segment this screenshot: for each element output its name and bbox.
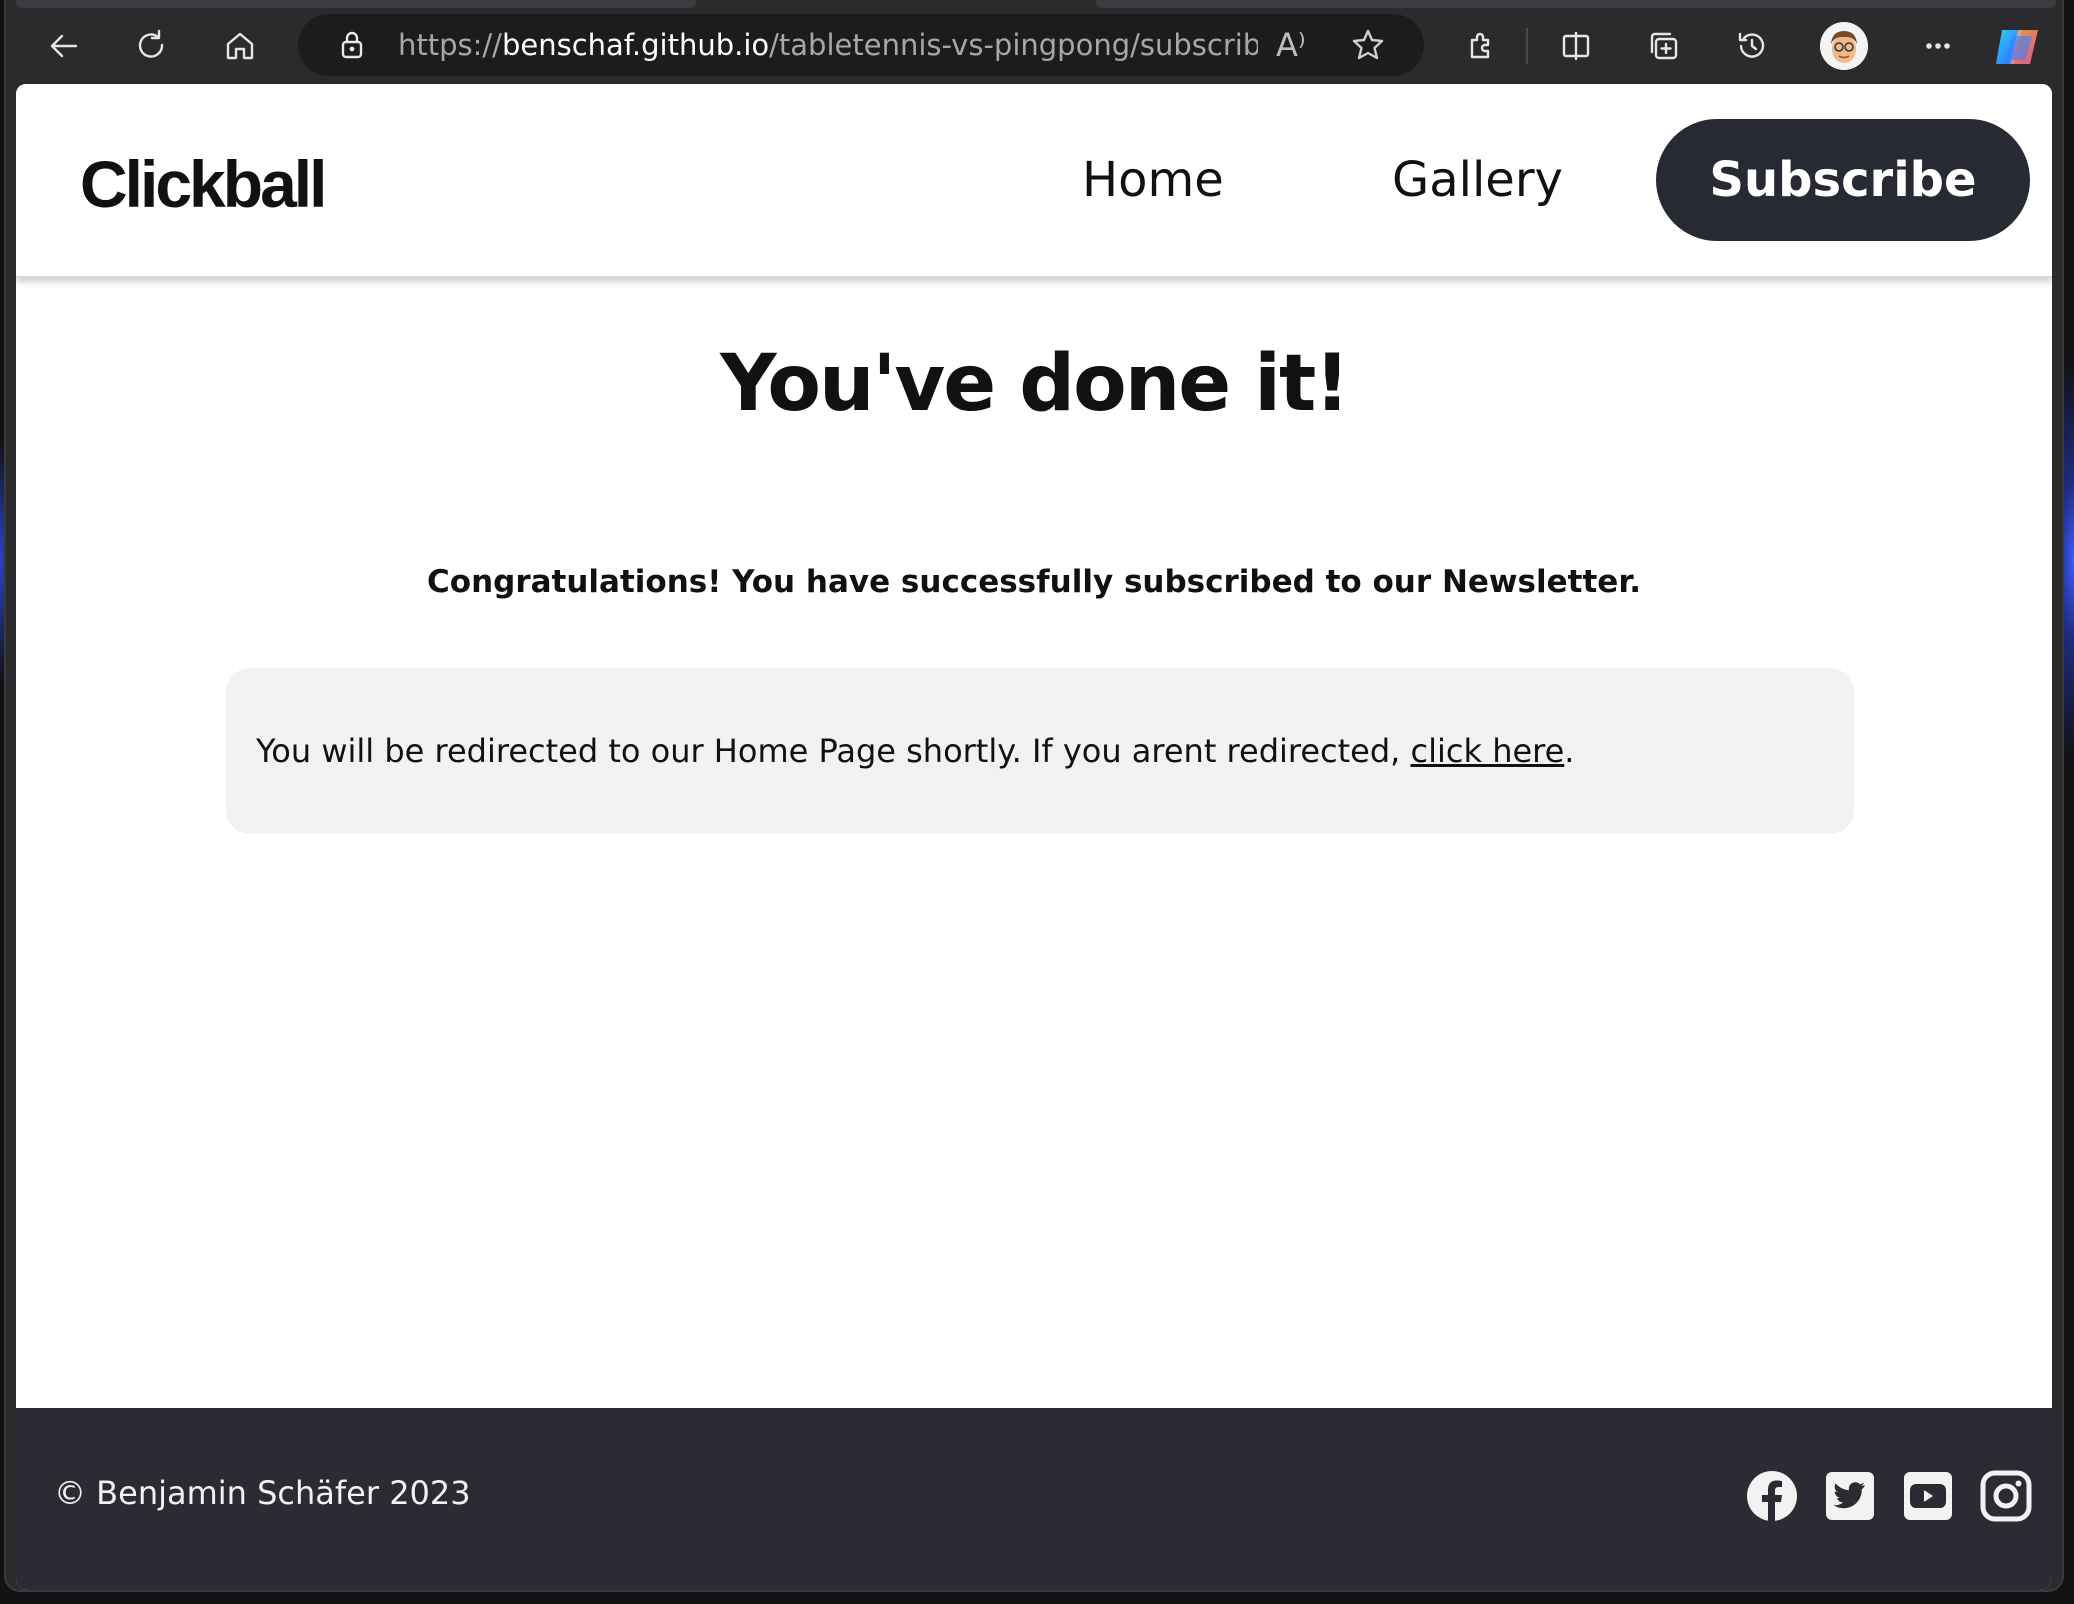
url-scheme: https:// [398, 28, 502, 62]
nav-home-link[interactable]: Home [1082, 150, 1224, 210]
redirect-notice: You will be redirected to our Home Page … [226, 668, 1854, 834]
profile-avatar[interactable] [1820, 22, 1868, 70]
home-icon[interactable] [212, 18, 268, 74]
click-here-link[interactable]: click here [1411, 732, 1565, 770]
tab-strip-hint [16, 0, 696, 8]
instagram-icon[interactable] [1980, 1470, 2032, 1522]
url-text[interactable]: https://benschaf.github.io/tabletennis-v… [398, 28, 1258, 62]
url-path: /tabletennis-vs-pingpong/subscribed... [769, 28, 1258, 62]
favorite-star-icon[interactable] [1350, 27, 1386, 63]
congrats-message: Congratulations! You have successfully s… [427, 564, 1641, 600]
nav-gallery-link[interactable]: Gallery [1392, 150, 1563, 210]
copilot-icon[interactable] [1992, 22, 2042, 72]
browser-window: https://benschaf.github.io/tabletennis-v… [6, 0, 2062, 1590]
collections-icon[interactable] [1636, 18, 1692, 74]
facebook-icon[interactable] [1746, 1470, 1798, 1522]
back-arrow-icon[interactable] [36, 18, 92, 74]
browser-toolbar: https://benschaf.github.io/tabletennis-v… [6, 0, 2062, 84]
nav-subscribe-button[interactable]: Subscribe [1656, 119, 2030, 241]
youtube-icon[interactable] [1902, 1470, 1954, 1522]
read-aloud-icon[interactable]: A⁾ [1276, 26, 1316, 64]
site-footer: © Benjamin Schäfer 2023 [16, 1408, 2052, 1590]
more-icon[interactable] [1910, 18, 1966, 74]
extensions-icon[interactable] [1452, 18, 1508, 74]
site-logo[interactable]: Clickball [80, 144, 327, 224]
url-host: benschaf.github.io [501, 28, 770, 62]
redirect-text: You will be redirected to our Home Page … [256, 732, 1411, 770]
copyright-text: © Benjamin Schäfer 2023 [54, 1474, 471, 1512]
refresh-icon[interactable] [124, 18, 180, 74]
tab-strip-hint [1096, 0, 2056, 8]
web-page: Clickball Home Gallery Subscribe You've … [16, 84, 2052, 1590]
lock-icon[interactable] [334, 27, 370, 63]
page-title: You've done it! [720, 339, 1350, 429]
toolbar-separator [1526, 28, 1528, 64]
redirect-text-end: . [1564, 732, 1575, 770]
site-navbar: Clickball Home Gallery Subscribe [16, 84, 2052, 278]
address-bar[interactable]: https://benschaf.github.io/tabletennis-v… [298, 14, 1424, 76]
split-screen-icon[interactable] [1548, 18, 1604, 74]
twitter-icon[interactable] [1824, 1470, 1876, 1522]
redirect-notice-text: You will be redirected to our Home Page … [256, 730, 1836, 772]
history-icon[interactable] [1724, 18, 1780, 74]
